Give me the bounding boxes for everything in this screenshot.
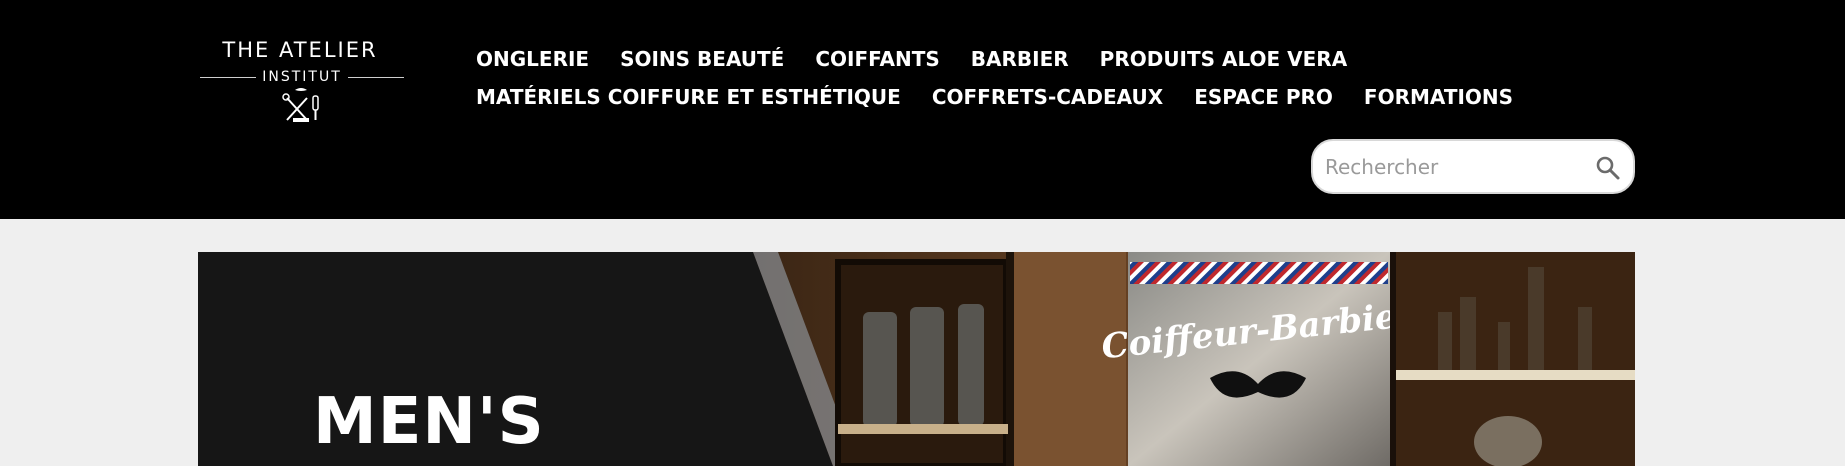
- nav-item-coiffants[interactable]: COIFFANTS: [815, 47, 939, 71]
- nav-item-coffrets-cadeaux[interactable]: COFFRETS-CADEAUX: [932, 85, 1163, 109]
- nav-item-onglerie[interactable]: ONGLERIE: [476, 47, 589, 71]
- nav-item-formations[interactable]: FORMATIONS: [1364, 85, 1513, 109]
- jar-group: [863, 304, 984, 427]
- nav-item-barbier[interactable]: BARBIER: [971, 47, 1069, 71]
- search-icon[interactable]: [1595, 155, 1621, 181]
- nav-item-soins-beaute[interactable]: SOINS BEAUTÉ: [620, 47, 784, 71]
- main-navigation: ONGLERIE SOINS BEAUTÉ COIFFANTS BARBIER …: [476, 40, 1513, 116]
- logo-subtitle-row: INSTITUT: [200, 68, 404, 86]
- search-input[interactable]: [1325, 141, 1585, 192]
- nav-row-1: ONGLERIE SOINS BEAUTÉ COIFFANTS BARBIER …: [476, 40, 1476, 78]
- logo-subtitle: INSTITUT: [262, 69, 342, 85]
- logo-divider-left: [200, 76, 257, 78]
- logo-divider-right: [347, 76, 404, 78]
- search-box: [1311, 139, 1635, 194]
- site-header: THE ATELIER INSTITUT ONGLERIE SOINS BEAU…: [0, 0, 1845, 219]
- site-logo[interactable]: THE ATELIER INSTITUT: [200, 38, 404, 124]
- barber-tools-icon: [282, 88, 319, 122]
- banner-heading: MEN'S: [313, 385, 545, 459]
- nav-item-materiels[interactable]: MATÉRIELS COIFFURE ET ESTHÉTIQUE: [476, 85, 901, 109]
- logo-title: THE ATELIER: [222, 38, 378, 62]
- nav-item-produits-aloe-vera[interactable]: PRODUITS ALOE VERA: [1100, 47, 1348, 71]
- nav-item-espace-pro[interactable]: ESPACE PRO: [1194, 85, 1333, 109]
- nav-row-2: MATÉRIELS COIFFURE ET ESTHÉTIQUE COFFRET…: [476, 78, 1513, 116]
